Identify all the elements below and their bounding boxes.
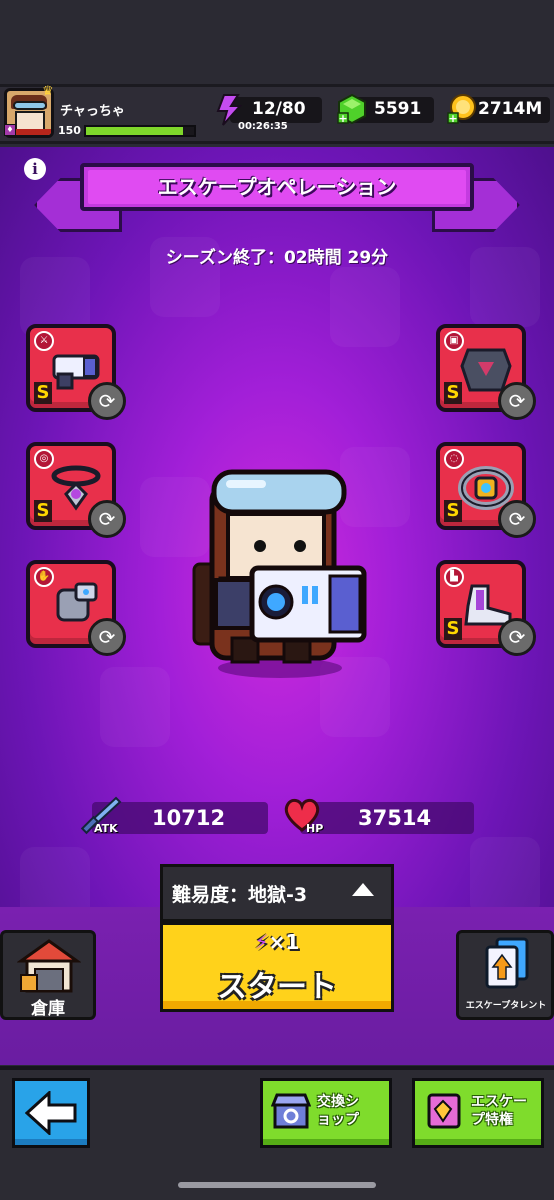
shop-icon <box>271 1093 311 1129</box>
privilege-card-icon <box>427 1093 461 1129</box>
talent-label: エスケープタレント <box>465 1001 547 1011</box>
info-icon[interactable]: i <box>24 158 46 180</box>
xp-bar <box>84 125 196 137</box>
avatar-goggle <box>13 101 47 110</box>
grade-badge: S <box>34 500 52 522</box>
grade-badge: S <box>444 500 462 522</box>
start-cost-value: ×1 <box>268 930 300 954</box>
energy-bolt-icon: ⚡ <box>254 930 269 954</box>
start-button-label: スタート <box>217 970 337 1005</box>
talent-cards-icon <box>485 937 529 989</box>
equip-slot-armor[interactable]: ▣ S ⟳ <box>436 324 536 420</box>
chevron-up-icon[interactable] <box>352 883 374 896</box>
swap-icon[interactable]: ⟳ <box>498 618 536 656</box>
equip-slot-belt[interactable]: ◌ S ⟳ <box>436 442 536 538</box>
exchange-shop-button[interactable]: 交換シ ョップ <box>260 1078 392 1148</box>
warehouse-label: 倉庫 <box>31 999 65 1019</box>
escape-privilege-label: エスケー プ特権 <box>471 1094 527 1128</box>
equip-slot-glove[interactable]: ✋ ⟳ <box>26 560 126 656</box>
bg-pattern <box>330 267 400 347</box>
swap-icon[interactable]: ⟳ <box>88 382 126 420</box>
bg-pattern <box>100 667 170 747</box>
svg-text:+: + <box>448 112 457 125</box>
hp-label: HP <box>306 822 324 835</box>
swap-icon[interactable]: ⟳ <box>498 382 536 420</box>
back-arrow-icon <box>25 1091 77 1135</box>
escape-privilege-button[interactable]: エスケー プ特権 <box>412 1078 544 1148</box>
home-indicator[interactable] <box>178 1182 376 1188</box>
swap-icon[interactable]: ⟳ <box>88 500 126 538</box>
avatar-face <box>15 111 45 131</box>
equip-slot-boots[interactable]: ▙ S ⟳ <box>436 560 536 656</box>
grade-badge: S <box>444 618 462 640</box>
back-button[interactable] <box>12 1078 90 1148</box>
grade-badge: S <box>444 382 462 404</box>
difficulty-label: 難易度：地獄-3 <box>172 884 308 906</box>
grade-badge: S <box>34 382 52 404</box>
player-level: 150 <box>58 124 81 137</box>
green-gem-icon: + <box>337 93 366 125</box>
xp-bar-fill <box>86 127 184 135</box>
atk-value: 10712 <box>152 806 226 830</box>
equip-slot-necklace[interactable]: ◎ S ⟳ <box>26 442 126 538</box>
player-name: チャっちゃ <box>60 104 125 119</box>
coins-value: 2714M <box>478 99 543 119</box>
swap-icon[interactable]: ⟳ <box>498 500 536 538</box>
energy-value: 12/80 <box>252 99 306 119</box>
atk-label: ATK <box>94 822 118 835</box>
page-title: エスケープオペレーション <box>157 175 397 199</box>
avatar-scarf <box>11 129 51 135</box>
warehouse-icon <box>17 939 81 993</box>
svg-text:+: + <box>338 112 347 125</box>
hp-value: 37514 <box>358 806 432 830</box>
energy-timer: 00:26:35 <box>238 121 288 132</box>
start-cost: ⚡×1 <box>160 930 394 954</box>
equip-slot-weapon[interactable]: ⚔ S ⟳ <box>26 324 126 420</box>
hero-character[interactable] <box>190 468 370 678</box>
gold-coin-icon: + <box>447 94 476 125</box>
crown-icon: ♛ <box>42 84 54 99</box>
exchange-shop-label: 交換シ ョップ <box>317 1094 359 1128</box>
gems-value: 5591 <box>374 99 422 119</box>
bg-pattern <box>470 837 540 917</box>
swap-icon[interactable]: ⟳ <box>88 618 126 656</box>
vip-badge-icon: ♦ <box>4 124 16 136</box>
season-countdown: シーズン終了：02時間 29分 <box>165 248 389 268</box>
status-strip <box>0 0 554 84</box>
